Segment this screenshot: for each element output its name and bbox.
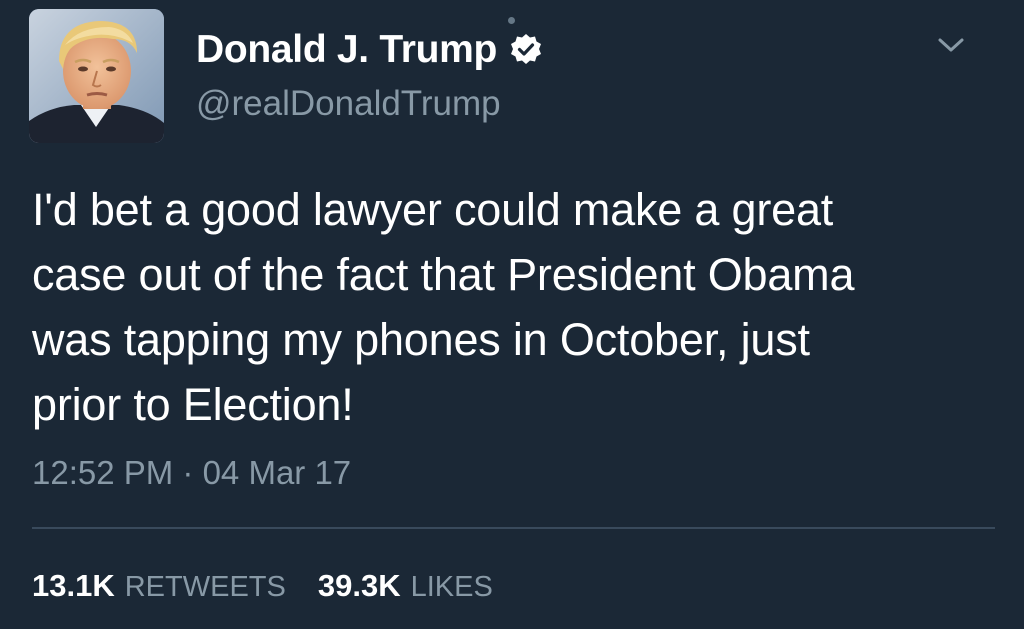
- profile-photo-icon: [29, 9, 164, 143]
- tweet-text-line: prior to Election!: [32, 379, 354, 430]
- likes-label: LIKES: [410, 571, 493, 603]
- tweet-card: Donald J. Trump @realDonaldTrump I'd bet…: [0, 0, 1024, 629]
- retweets-count: 13.1K: [32, 568, 115, 603]
- chevron-down-icon[interactable]: [935, 33, 967, 57]
- status-dot: [508, 17, 515, 24]
- divider: [32, 527, 995, 529]
- author-name-row[interactable]: Donald J. Trump: [196, 24, 543, 76]
- retweets-label: RETWEETS: [124, 571, 286, 603]
- author-handle[interactable]: @realDonaldTrump: [196, 84, 501, 124]
- retweets-stat[interactable]: 13.1K RETWEETS: [32, 568, 286, 604]
- tweet-text-line: case out of the fact that President Obam…: [32, 249, 855, 300]
- likes-count: 39.3K: [317, 568, 401, 603]
- author-display-name: Donald J. Trump: [196, 28, 498, 71]
- author-avatar[interactable]: [29, 9, 164, 143]
- tweet-timestamp: 12:52 PM · 04 Mar 17: [32, 454, 352, 491]
- tweet-stats: 13.1K RETWEETS 39.3K LIKES: [32, 566, 493, 606]
- tweet-text-line: was tapping my phones in October, just: [32, 314, 810, 365]
- verified-badge-icon: [509, 33, 543, 67]
- likes-stat[interactable]: 39.3K LIKES: [318, 568, 493, 604]
- tweet-text-line: I'd bet a good lawyer could make a great: [32, 184, 834, 235]
- tweet-text: I'd bet a good lawyer could make a great…: [32, 177, 992, 437]
